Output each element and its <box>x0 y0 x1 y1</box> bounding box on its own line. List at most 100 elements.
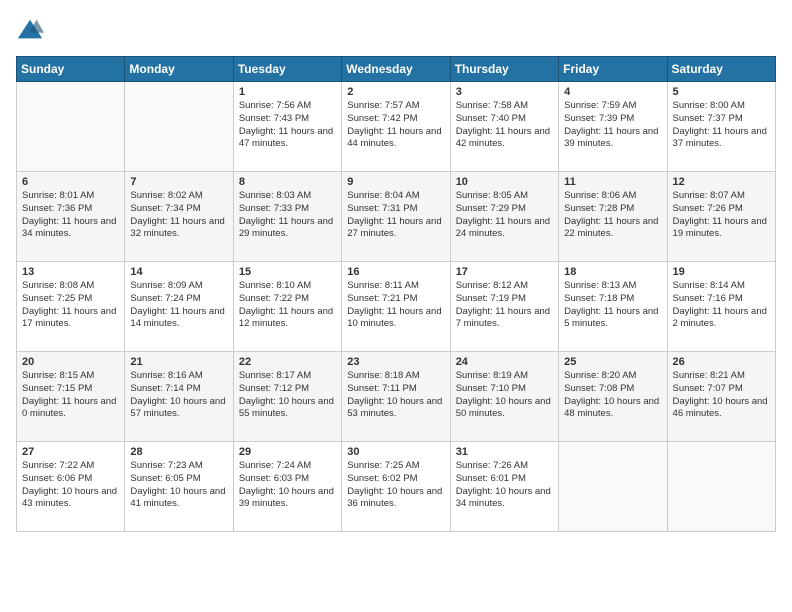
weekday-header: Wednesday <box>342 57 450 82</box>
day-info: Sunrise: 7:59 AM Sunset: 7:39 PM Dayligh… <box>564 100 661 151</box>
day-info: Sunrise: 8:16 AM Sunset: 7:14 PM Dayligh… <box>130 370 227 421</box>
day-number: 5 <box>673 86 770 98</box>
calendar-day-cell: 25 Sunrise: 8:20 AM Sunset: 7:08 PM Dayli… <box>559 352 667 442</box>
calendar-day-cell: 11Sunrise: 8:06 AM Sunset: 7:28 PM Dayli… <box>559 172 667 262</box>
calendar-day-cell <box>17 82 125 172</box>
day-info: Sunrise: 8:18 AM Sunset: 7:11 PM Dayligh… <box>347 370 444 421</box>
day-number: 4 <box>564 86 661 98</box>
calendar-day-cell: 30 Sunrise: 7:25 AM Sunset: 6:02 PM Dayli… <box>342 442 450 532</box>
day-info: Sunrise: 8:12 AM Sunset: 7:19 PM Dayligh… <box>456 280 553 331</box>
calendar-week-row: 13 Sunrise: 8:08 AM Sunset: 7:25 PM Dayli… <box>17 262 776 352</box>
day-number: 24 <box>456 356 553 368</box>
calendar-day-cell: 12 Sunrise: 8:07 AM Sunset: 7:26 PM Dayli… <box>667 172 775 262</box>
calendar-day-cell: 17 Sunrise: 8:12 AM Sunset: 7:19 PM Dayli… <box>450 262 558 352</box>
calendar-day-cell: 6Sunrise: 8:01 AM Sunset: 7:36 PM Daylig… <box>17 172 125 262</box>
day-info: Sunrise: 8:03 AM Sunset: 7:33 PM Dayligh… <box>239 190 336 241</box>
calendar-day-cell: 13 Sunrise: 8:08 AM Sunset: 7:25 PM Dayli… <box>17 262 125 352</box>
day-number: 31 <box>456 446 553 458</box>
calendar-day-cell: 5 Sunrise: 8:00 AM Sunset: 7:37 PM Daylig… <box>667 82 775 172</box>
day-number: 3 <box>456 86 553 98</box>
calendar-day-cell: 16Sunrise: 8:11 AM Sunset: 7:21 PM Dayli… <box>342 262 450 352</box>
calendar-day-cell: 4 Sunrise: 7:59 AM Sunset: 7:39 PM Daylig… <box>559 82 667 172</box>
day-number: 1 <box>239 86 336 98</box>
page-header <box>16 16 776 44</box>
calendar-day-cell: 18Sunrise: 8:13 AM Sunset: 7:18 PM Dayli… <box>559 262 667 352</box>
day-info: Sunrise: 8:10 AM Sunset: 7:22 PM Dayligh… <box>239 280 336 331</box>
calendar-day-cell: 9 Sunrise: 8:04 AM Sunset: 7:31 PM Daylig… <box>342 172 450 262</box>
day-number: 15 <box>239 266 336 278</box>
calendar-day-cell <box>559 442 667 532</box>
day-number: 25 <box>564 356 661 368</box>
day-number: 10 <box>456 176 553 188</box>
calendar-day-cell <box>125 82 233 172</box>
calendar-day-cell: 14 Sunrise: 8:09 AM Sunset: 7:24 PM Dayli… <box>125 262 233 352</box>
weekday-header: Friday <box>559 57 667 82</box>
calendar-day-cell: 31 Sunrise: 7:26 AM Sunset: 6:01 PM Dayli… <box>450 442 558 532</box>
day-info: Sunrise: 8:04 AM Sunset: 7:31 PM Dayligh… <box>347 190 444 241</box>
day-info: Sunrise: 8:14 AM Sunset: 7:16 PM Dayligh… <box>673 280 770 331</box>
logo-icon <box>16 16 44 44</box>
calendar-day-cell: 2Sunrise: 7:57 AM Sunset: 7:42 PM Daylig… <box>342 82 450 172</box>
day-info: Sunrise: 8:07 AM Sunset: 7:26 PM Dayligh… <box>673 190 770 241</box>
day-info: Sunrise: 8:08 AM Sunset: 7:25 PM Dayligh… <box>22 280 119 331</box>
day-info: Sunrise: 7:24 AM Sunset: 6:03 PM Dayligh… <box>239 460 336 511</box>
day-info: Sunrise: 7:26 AM Sunset: 6:01 PM Dayligh… <box>456 460 553 511</box>
calendar-day-cell <box>667 442 775 532</box>
calendar-day-cell: 1 Sunrise: 7:56 AM Sunset: 7:43 PM Daylig… <box>233 82 341 172</box>
calendar-table: SundayMondayTuesdayWednesdayThursdayFrid… <box>16 56 776 532</box>
weekday-header: Monday <box>125 57 233 82</box>
day-number: 9 <box>347 176 444 188</box>
day-number: 8 <box>239 176 336 188</box>
weekday-header: Thursday <box>450 57 558 82</box>
calendar-day-cell: 20Sunrise: 8:15 AM Sunset: 7:15 PM Dayli… <box>17 352 125 442</box>
day-info: Sunrise: 8:06 AM Sunset: 7:28 PM Dayligh… <box>564 190 661 241</box>
day-info: Sunrise: 8:21 AM Sunset: 7:07 PM Dayligh… <box>673 370 770 421</box>
calendar-day-cell: 23 Sunrise: 8:18 AM Sunset: 7:11 PM Dayli… <box>342 352 450 442</box>
day-info: Sunrise: 7:25 AM Sunset: 6:02 PM Dayligh… <box>347 460 444 511</box>
day-number: 18 <box>564 266 661 278</box>
day-info: Sunrise: 8:02 AM Sunset: 7:34 PM Dayligh… <box>130 190 227 241</box>
day-number: 26 <box>673 356 770 368</box>
calendar-day-cell: 26 Sunrise: 8:21 AM Sunset: 7:07 PM Dayli… <box>667 352 775 442</box>
calendar-day-cell: 27 Sunrise: 7:22 AM Sunset: 6:06 PM Dayli… <box>17 442 125 532</box>
calendar-header-row: SundayMondayTuesdayWednesdayThursdayFrid… <box>17 57 776 82</box>
calendar-week-row: 27 Sunrise: 7:22 AM Sunset: 6:06 PM Dayli… <box>17 442 776 532</box>
day-info: Sunrise: 8:17 AM Sunset: 7:12 PM Dayligh… <box>239 370 336 421</box>
day-number: 20 <box>22 356 119 368</box>
calendar-day-cell: 10 Sunrise: 8:05 AM Sunset: 7:29 PM Dayli… <box>450 172 558 262</box>
logo <box>16 16 48 44</box>
day-number: 17 <box>456 266 553 278</box>
day-number: 29 <box>239 446 336 458</box>
day-number: 30 <box>347 446 444 458</box>
calendar-day-cell: 3Sunrise: 7:58 AM Sunset: 7:40 PM Daylig… <box>450 82 558 172</box>
calendar-week-row: 20Sunrise: 8:15 AM Sunset: 7:15 PM Dayli… <box>17 352 776 442</box>
day-number: 19 <box>673 266 770 278</box>
day-number: 13 <box>22 266 119 278</box>
calendar-week-row: 1 Sunrise: 7:56 AM Sunset: 7:43 PM Daylig… <box>17 82 776 172</box>
day-number: 16 <box>347 266 444 278</box>
day-number: 28 <box>130 446 227 458</box>
calendar-day-cell: 8 Sunrise: 8:03 AM Sunset: 7:33 PM Daylig… <box>233 172 341 262</box>
day-number: 23 <box>347 356 444 368</box>
day-number: 21 <box>130 356 227 368</box>
calendar-day-cell: 24 Sunrise: 8:19 AM Sunset: 7:10 PM Dayli… <box>450 352 558 442</box>
day-info: Sunrise: 8:09 AM Sunset: 7:24 PM Dayligh… <box>130 280 227 331</box>
day-info: Sunrise: 8:20 AM Sunset: 7:08 PM Dayligh… <box>564 370 661 421</box>
day-info: Sunrise: 8:05 AM Sunset: 7:29 PM Dayligh… <box>456 190 553 241</box>
day-number: 12 <box>673 176 770 188</box>
day-info: Sunrise: 7:57 AM Sunset: 7:42 PM Dayligh… <box>347 100 444 151</box>
calendar-day-cell: 15 Sunrise: 8:10 AM Sunset: 7:22 PM Dayli… <box>233 262 341 352</box>
calendar-day-cell: 21 Sunrise: 8:16 AM Sunset: 7:14 PM Dayli… <box>125 352 233 442</box>
calendar-day-cell: 29 Sunrise: 7:24 AM Sunset: 6:03 PM Dayli… <box>233 442 341 532</box>
day-info: Sunrise: 7:22 AM Sunset: 6:06 PM Dayligh… <box>22 460 119 511</box>
day-info: Sunrise: 8:19 AM Sunset: 7:10 PM Dayligh… <box>456 370 553 421</box>
day-number: 6 <box>22 176 119 188</box>
day-number: 14 <box>130 266 227 278</box>
weekday-header: Sunday <box>17 57 125 82</box>
weekday-header: Saturday <box>667 57 775 82</box>
day-number: 22 <box>239 356 336 368</box>
day-info: Sunrise: 7:23 AM Sunset: 6:05 PM Dayligh… <box>130 460 227 511</box>
day-number: 27 <box>22 446 119 458</box>
day-info: Sunrise: 7:56 AM Sunset: 7:43 PM Dayligh… <box>239 100 336 151</box>
day-info: Sunrise: 8:00 AM Sunset: 7:37 PM Dayligh… <box>673 100 770 151</box>
